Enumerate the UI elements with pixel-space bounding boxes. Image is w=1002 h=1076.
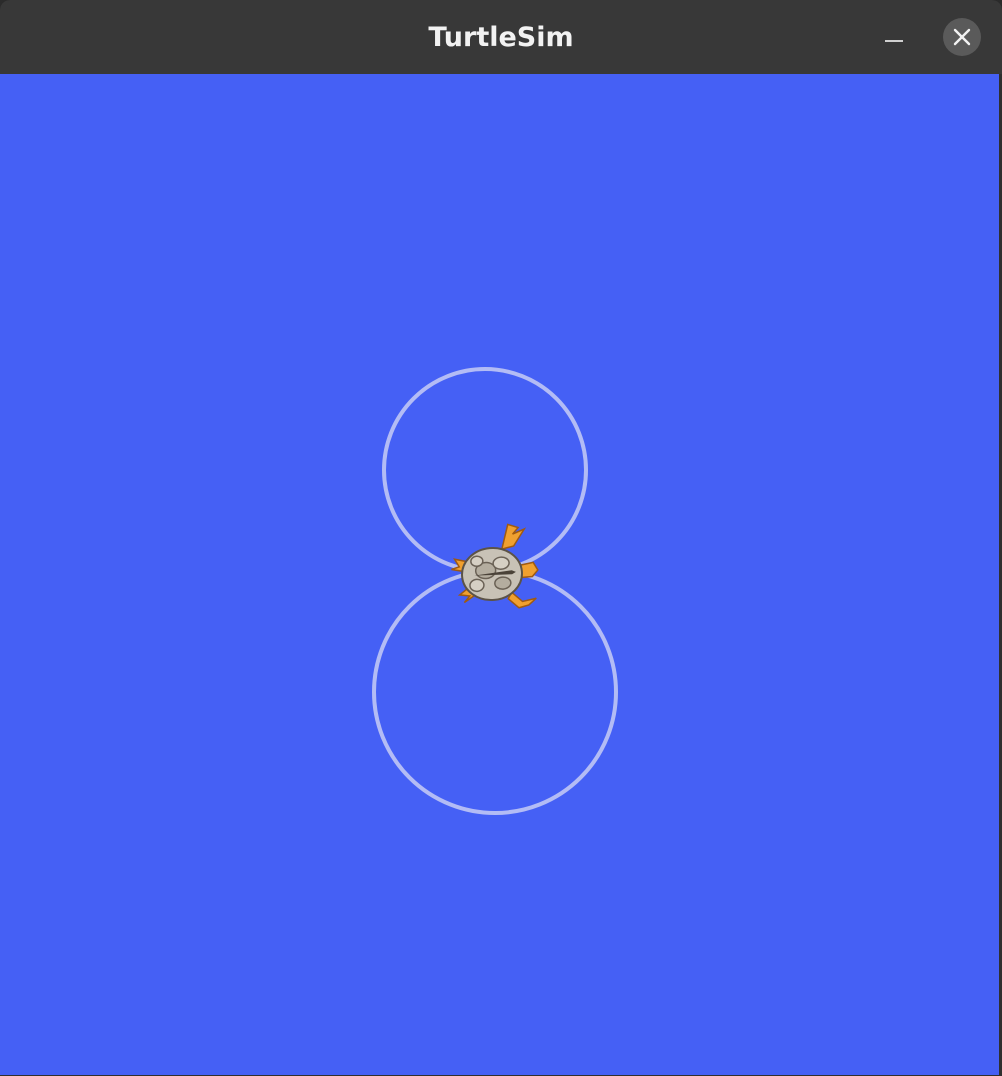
window-title: TurtleSim	[428, 22, 574, 53]
close-icon	[953, 28, 971, 46]
minimize-button[interactable]	[874, 20, 914, 60]
minimize-icon	[885, 40, 903, 42]
drawing-surface	[372, 367, 618, 815]
pen-trail-upper-circle	[382, 367, 588, 573]
turtle-canvas	[0, 74, 999, 1075]
turtle-icon	[451, 523, 539, 609]
pen-trail-lower-circle	[372, 569, 618, 815]
turtlesim-window: TurtleSim	[0, 0, 1002, 1076]
close-button[interactable]	[943, 18, 981, 56]
titlebar[interactable]: TurtleSim	[0, 0, 1002, 74]
